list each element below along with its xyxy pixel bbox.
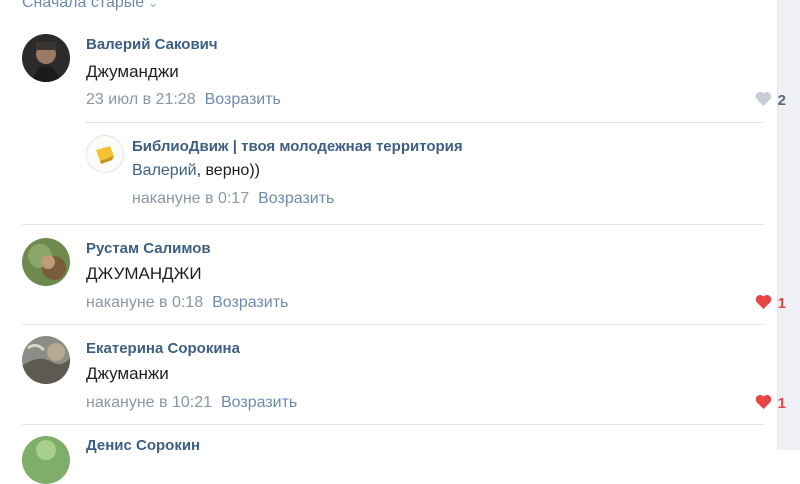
comment-text: ДЖУМАНДЖИ [86, 264, 202, 283]
heart-icon [755, 294, 772, 313]
sort-label: Сначала старые [22, 0, 145, 11]
reply-button[interactable]: Возразить [212, 294, 288, 312]
comment-date[interactable]: накануне в 0:17 [132, 190, 249, 208]
divider [86, 122, 764, 123]
comment-author[interactable]: Валерий Сакович [86, 36, 218, 53]
reply-button[interactable]: Возразить [258, 190, 334, 208]
reply-button[interactable]: Возразить [221, 394, 297, 412]
like-button[interactable]: 1 [755, 294, 786, 313]
like-count: 1 [777, 295, 786, 312]
divider [22, 424, 764, 425]
avatar[interactable] [22, 336, 70, 384]
heart-icon [755, 394, 772, 413]
comment-text: Валерий, верно)) [132, 162, 260, 179]
like-count: 1 [777, 395, 786, 412]
avatar[interactable] [22, 34, 70, 82]
reply-button[interactable]: Возразить [205, 91, 281, 109]
avatar[interactable] [86, 135, 124, 173]
comment-date[interactable]: накануне в 0:18 [86, 294, 203, 312]
sort-dropdown[interactable]: Сначала старые ⌄ [22, 0, 158, 12]
avatar[interactable] [22, 436, 70, 484]
comment-meta: накануне в 0:17 Возразить [132, 190, 334, 208]
avatar[interactable] [22, 238, 70, 286]
divider [22, 324, 764, 325]
scroll-rail[interactable] [777, 0, 800, 450]
like-count: 2 [777, 92, 786, 109]
chevron-down-icon: ⌄ [148, 0, 159, 10]
comment-date[interactable]: 23 июл в 21:28 [86, 91, 196, 109]
heart-icon [755, 91, 772, 110]
comment-author[interactable]: Рустам Салимов [86, 240, 211, 257]
comment-date[interactable]: накануне в 10:21 [86, 394, 212, 412]
comment-text: Джуманжи [86, 364, 169, 383]
like-button[interactable]: 2 [755, 91, 786, 110]
comment-text: Джуманджи [86, 62, 179, 81]
comment-author[interactable]: БиблиоДвиж | твоя молодежная территория [132, 138, 463, 155]
comment-author[interactable]: Екатерина Сорокина [86, 340, 240, 357]
mention-link[interactable]: Валерий [132, 162, 197, 179]
comment-meta: накануне в 10:21 Возразить [86, 394, 297, 412]
comment-meta: накануне в 0:18 Возразить [86, 294, 288, 312]
comment-meta: 23 июл в 21:28 Возразить [86, 91, 281, 109]
comment-author[interactable]: Денис Сорокин [86, 437, 200, 454]
divider [22, 224, 764, 225]
like-button[interactable]: 1 [755, 394, 786, 413]
